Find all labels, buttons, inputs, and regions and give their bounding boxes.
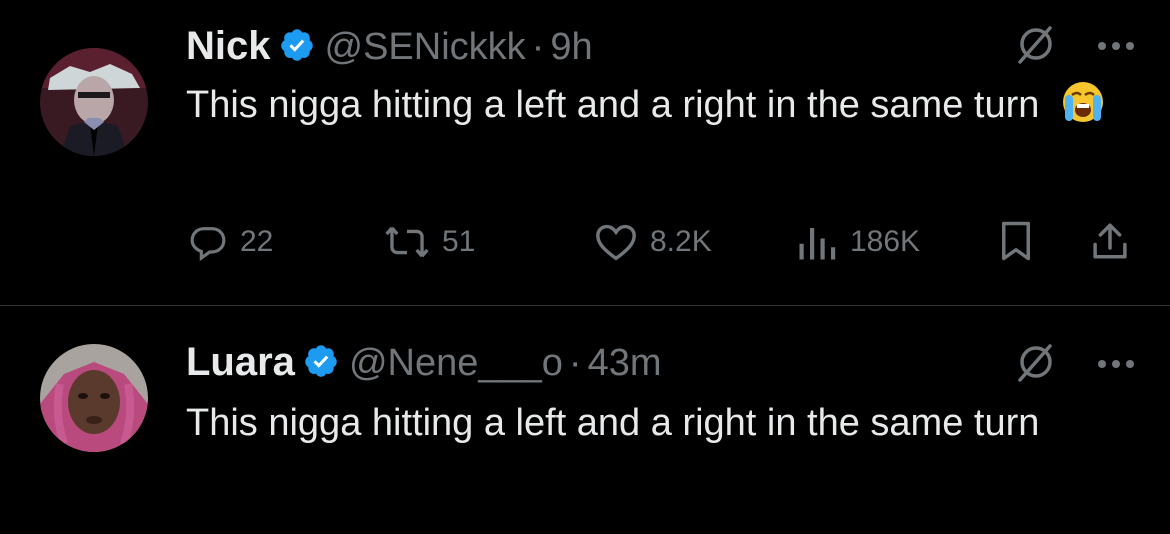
reply-count: 22 <box>240 225 274 258</box>
retweet-button[interactable]: 51 <box>384 222 475 262</box>
avatar-nick[interactable] <box>40 48 148 156</box>
tweet-header: Luara @Nene___o · 43m <box>186 340 661 385</box>
verified-badge-icon <box>280 28 313 61</box>
view-count: 186K <box>850 225 921 258</box>
share-icon <box>1093 223 1127 259</box>
like-button[interactable]: 8.2K <box>594 222 712 262</box>
like-icon <box>596 224 636 261</box>
handle[interactable]: @SENickkk <box>325 26 526 69</box>
tweet-nick[interactable]: Nick @SENickkk · 9h This nigga hitting a… <box>0 0 1170 305</box>
more-icon[interactable] <box>1096 358 1136 370</box>
avatar-luara[interactable] <box>40 344 148 452</box>
handle[interactable]: @Nene___o <box>349 342 563 385</box>
views-button[interactable]: 186K <box>796 222 920 262</box>
tweet-text: This nigga hitting a left and a right in… <box>186 76 1146 134</box>
tweet-body: This nigga hitting a left and a right in… <box>186 402 1040 444</box>
display-name[interactable]: Luara <box>186 340 295 385</box>
like-count: 8.2K <box>650 225 712 258</box>
separator: · <box>531 26 545 68</box>
tweet-actions: 22 51 8.2K 186K <box>0 214 1170 270</box>
loudly-crying-face-icon <box>1062 82 1103 122</box>
share-button[interactable] <box>1090 220 1130 262</box>
grok-icon[interactable] <box>1014 340 1058 384</box>
tweet-body: This nigga hitting a left and a right in… <box>186 84 1040 126</box>
retweet-icon <box>385 226 429 258</box>
grok-icon[interactable] <box>1014 22 1058 66</box>
reply-icon <box>190 227 226 262</box>
reply-button[interactable]: 22 <box>188 222 273 262</box>
timestamp[interactable]: 43m <box>588 342 662 385</box>
display-name[interactable]: Nick <box>186 24 271 69</box>
more-icon[interactable] <box>1096 40 1136 52</box>
separator: · <box>568 342 582 384</box>
views-icon <box>799 228 836 260</box>
timestamp[interactable]: 9h <box>550 26 592 69</box>
bookmark-icon <box>1002 221 1030 261</box>
tweet-text: This nigga hitting a left and a right in… <box>186 394 1146 452</box>
tweet-header: Nick @SENickkk · 9h <box>186 24 593 69</box>
bookmark-button[interactable] <box>998 220 1034 262</box>
verified-badge-icon <box>305 344 337 377</box>
tweet-luara[interactable]: Luara @Nene___o · 43m This nigga hitting… <box>0 306 1170 534</box>
retweet-count: 51 <box>442 225 476 258</box>
